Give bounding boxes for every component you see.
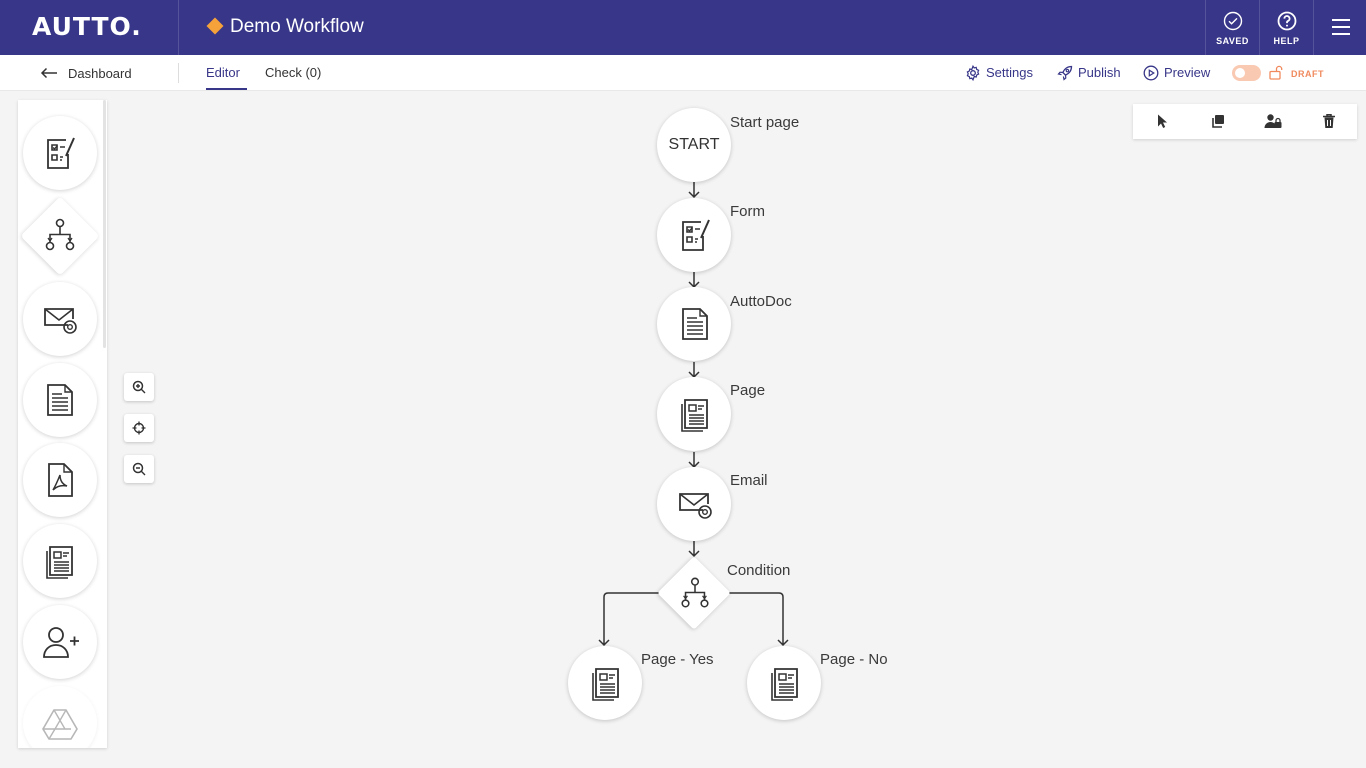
- email-node[interactable]: [657, 467, 731, 541]
- form-icon: [682, 219, 710, 251]
- condition-icon: [681, 577, 709, 608]
- page-no-node[interactable]: [747, 646, 821, 720]
- email-node-label: Email: [730, 472, 768, 489]
- page-no-label: Page - No: [820, 651, 888, 668]
- email-icon: [679, 493, 712, 519]
- page-yes-node[interactable]: [568, 646, 642, 720]
- page-yes-label: Page - Yes: [641, 651, 714, 668]
- form-node[interactable]: [657, 198, 731, 272]
- autodoc-icon: [682, 308, 708, 340]
- condition-node-label: Condition: [727, 562, 791, 579]
- start-node[interactable]: START: [657, 108, 731, 182]
- start-node-label: Start page: [730, 114, 800, 131]
- autodoc-node-label: AuttoDoc: [730, 293, 792, 310]
- autodoc-node[interactable]: [657, 287, 731, 361]
- form-node-label: Form: [730, 203, 765, 220]
- page-node-label: Page: [730, 382, 766, 399]
- page-icon: [592, 668, 619, 701]
- page-icon: [771, 668, 798, 701]
- page-icon: [681, 399, 708, 432]
- start-text: START: [668, 136, 720, 153]
- page-node[interactable]: [657, 377, 731, 451]
